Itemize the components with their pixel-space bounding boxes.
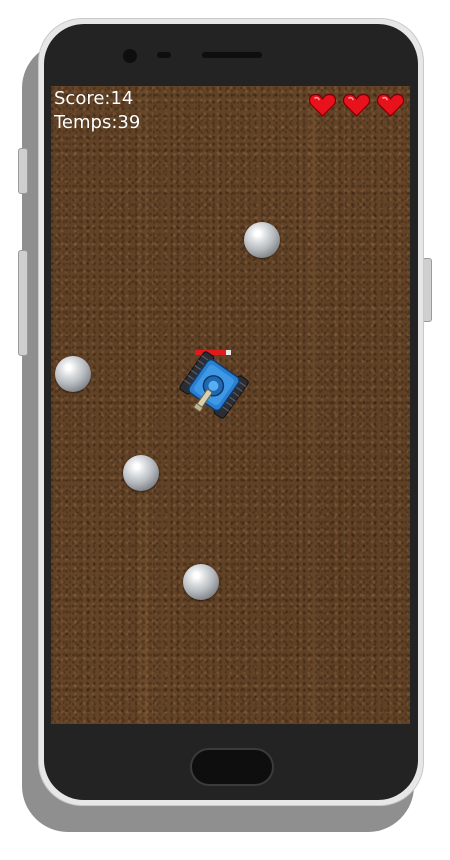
player-tank[interactable]	[175, 346, 253, 424]
phone-side-button	[18, 148, 28, 194]
phone-volume-button	[18, 250, 28, 356]
home-button[interactable]	[190, 748, 274, 786]
heart-icon	[309, 93, 336, 117]
metal-ball	[123, 455, 159, 491]
heart-icon	[343, 93, 370, 117]
game-playfield[interactable]: Score:14 Temps:39	[51, 86, 410, 724]
device-mockup: Score:14 Temps:39	[0, 0, 450, 860]
time-label: Temps:39	[54, 112, 141, 133]
proximity-sensor	[157, 52, 171, 58]
front-camera	[123, 49, 137, 63]
metal-ball	[55, 356, 91, 392]
metal-ball	[183, 564, 219, 600]
lives-indicator	[309, 93, 404, 117]
metal-ball	[244, 222, 280, 258]
earpiece-speaker	[202, 52, 262, 58]
score-label: Score:14	[54, 88, 134, 109]
heart-icon	[377, 93, 404, 117]
